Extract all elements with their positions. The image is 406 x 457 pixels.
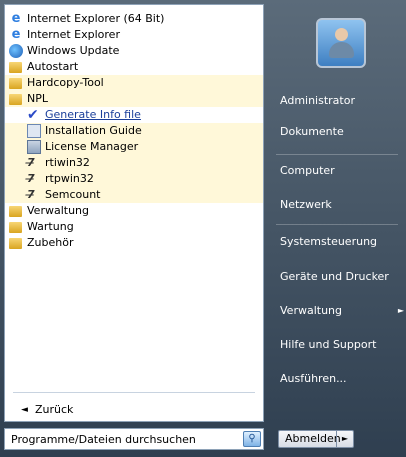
program-label: Internet Explorer [27,28,120,41]
link-computer[interactable]: Computer [280,162,335,180]
tool-icon: 7̶ [27,188,35,201]
program-label: NPL [27,92,48,105]
program-label: Windows Update [27,44,120,57]
tool-icon: 7̶ [27,156,35,169]
program-item[interactable]: License Manager [5,139,263,155]
program-label: Installation Guide [45,124,142,137]
link-administrator[interactable]: Administrator [280,92,355,110]
programs-pane: e Internet Explorer (64 Bit) e Internet Exp… [4,4,264,422]
program-label: Internet Explorer (64 Bit) [27,12,165,25]
folder-icon [9,62,22,73]
logoff-button[interactable]: Abmelden ► [278,430,354,448]
right-pane: Administrator Dokumente Computer Netzwer… [268,4,404,422]
program-label: Semcount [45,188,101,201]
program-label: rtiwin32 [45,156,90,169]
folder-icon [9,78,22,89]
logoff-options-arrow-icon[interactable]: ► [336,431,353,447]
program-item[interactable]: 7̶ rtpwin32 [5,171,263,187]
internet-explorer-icon: e [11,11,21,26]
program-label: rtpwin32 [45,172,94,185]
submenu-arrow-icon: ► [397,306,404,315]
back-button[interactable]: ◄ Zurück [13,401,253,419]
back-label: Zurück [35,403,74,416]
program-item[interactable]: Installation Guide [5,123,263,139]
arrow-left-icon: ◄ [21,405,28,415]
start-menu: e Internet Explorer (64 Bit) e Internet Exp… [0,0,406,457]
avatar-head [335,28,348,41]
program-item[interactable]: Hardcopy-Tool [5,75,263,91]
program-item[interactable]: Windows Update [5,43,263,59]
link-verwaltung[interactable]: Verwaltung ► [280,302,404,320]
program-label: Verwaltung [27,204,89,217]
separator [276,224,398,225]
program-item[interactable]: Autostart [5,59,263,75]
link-hilfe-und-support[interactable]: Hilfe und Support [280,336,376,354]
program-label: Autostart [27,60,79,73]
tool-icon: 7̶ [27,172,35,185]
program-label: Generate Info file [45,108,141,121]
folder-icon [9,238,22,249]
folder-icon [9,94,22,105]
program-item[interactable]: ✔ Generate Info file [5,107,263,123]
program-item[interactable]: Zubehör [5,235,263,251]
program-item[interactable]: 7̶ rtiwin32 [5,155,263,171]
program-item[interactable]: e Internet Explorer [5,27,263,43]
program-item[interactable]: Verwaltung [5,203,263,219]
user-avatar[interactable] [316,18,366,68]
program-label: License Manager [45,140,139,153]
search-placeholder: Programme/Dateien durchsuchen [11,433,196,446]
search-icon[interactable]: ⚲ [243,431,261,447]
program-item[interactable]: Wartung [5,219,263,235]
program-label: Wartung [27,220,74,233]
program-item[interactable]: 7̶ Semcount [5,187,263,203]
windows-update-icon [9,44,23,58]
checkmark-icon: ✔ [27,107,39,123]
program-label: Zubehör [27,236,74,249]
verwaltung-label: Verwaltung [280,304,342,317]
link-systemsteuerung[interactable]: Systemsteuerung [280,233,377,251]
document-icon [27,124,41,138]
link-geraete-und-drucker[interactable]: Geräte und Drucker [280,268,389,286]
search-input[interactable]: Programme/Dateien durchsuchen ⚲ [4,428,264,450]
link-dokumente[interactable]: Dokumente [280,123,344,141]
program-item[interactable]: NPL [5,91,263,107]
program-label: Hardcopy-Tool [27,76,104,89]
link-ausfuehren[interactable]: Ausführen... [280,370,347,388]
link-netzwerk[interactable]: Netzwerk [280,196,332,214]
separator [276,154,398,155]
logoff-label: Abmelden [285,432,341,445]
license-icon [27,140,41,154]
folder-icon [9,206,22,217]
separator [13,392,255,393]
program-item[interactable]: e Internet Explorer (64 Bit) [5,11,263,27]
internet-explorer-icon: e [11,27,21,42]
folder-icon [9,222,22,233]
avatar-body [329,42,354,58]
program-list: e Internet Explorer (64 Bit) e Internet Exp… [5,11,263,251]
